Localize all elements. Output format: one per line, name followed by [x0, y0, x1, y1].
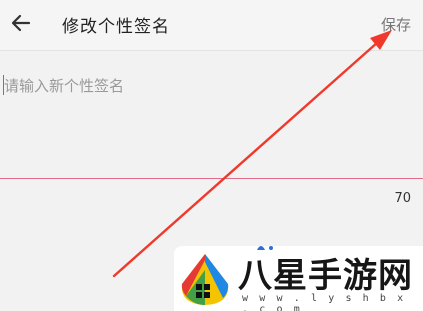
signature-input[interactable] — [4, 75, 404, 97]
watermark-brand: 八星手游网 — [238, 256, 413, 296]
signature-editor[interactable] — [0, 51, 423, 178]
page-title: 修改个性签名 — [62, 17, 170, 37]
watermark-logo-icon — [181, 254, 229, 305]
arrow-left-icon — [11, 14, 31, 32]
app-bar: 修改个性签名 保存 — [0, 0, 423, 51]
watermark: 八星手游网 w w w . l y s h b x . c o m — [174, 246, 423, 311]
watermark-url: w w w . l y s h b x . c o m — [242, 293, 406, 311]
input-underline — [0, 178, 423, 179]
save-button[interactable]: 保存 — [381, 14, 411, 35]
char-counter: 70 — [394, 191, 411, 206]
edit-signature-screen: 修改个性签名 保存 70 八星手游网 w w w . l y s h b x .… — [0, 0, 423, 311]
back-button[interactable] — [8, 10, 34, 36]
